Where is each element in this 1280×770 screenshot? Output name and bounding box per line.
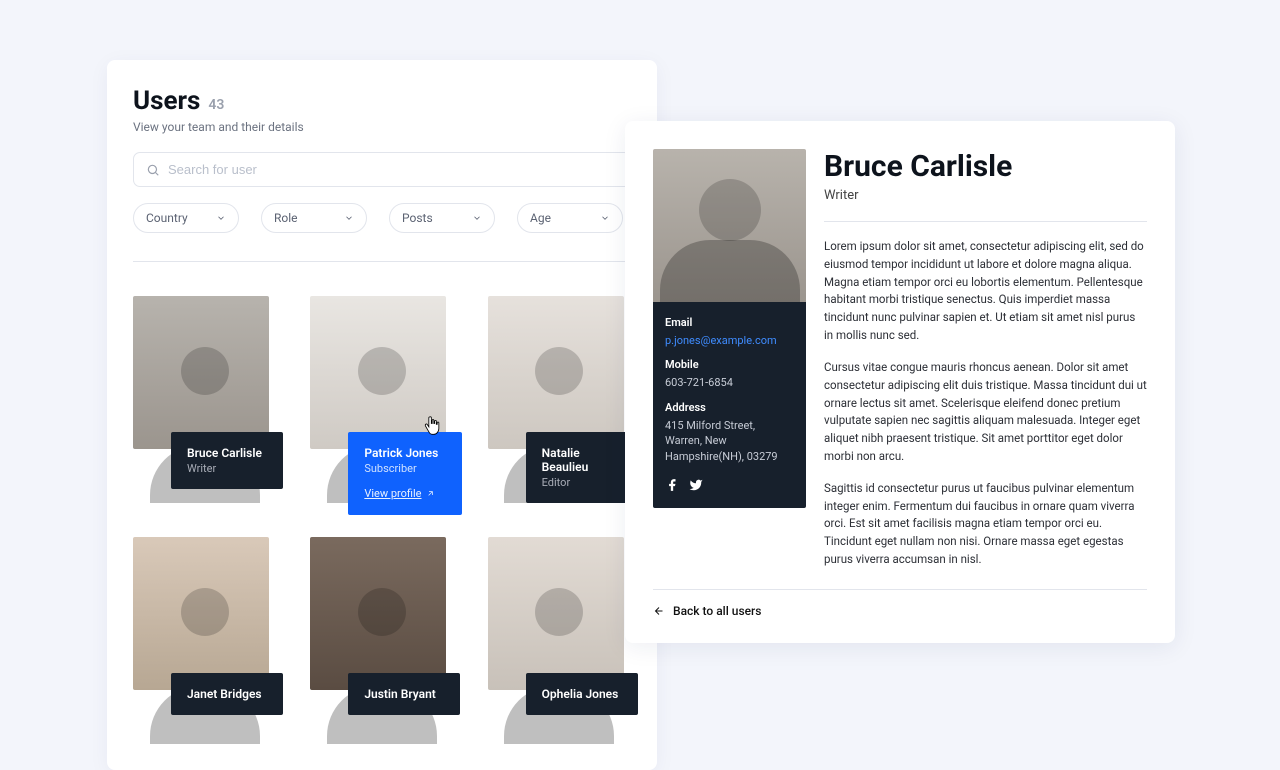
- user-name: Patrick Jones: [364, 446, 446, 460]
- filter-label: Role: [274, 211, 298, 225]
- user-label: Natalie Beaulieu Editor: [526, 432, 638, 503]
- divider: [824, 221, 1147, 222]
- user-photo: [133, 537, 269, 690]
- user-role: Writer: [187, 462, 267, 475]
- page-title: Users: [133, 86, 200, 116]
- detail-name: Bruce Carlisle: [824, 149, 1147, 184]
- detail-photo: [653, 149, 806, 302]
- user-label: Ophelia Jones: [526, 673, 638, 715]
- twitter-icon[interactable]: [689, 478, 703, 492]
- bio-paragraph: Lorem ipsum dolor sit amet, consectetur …: [824, 238, 1147, 345]
- user-photo: [310, 296, 446, 449]
- bio-paragraph: Cursus vitae congue mauris rhoncus aenea…: [824, 359, 1147, 466]
- mobile-label: Mobile: [665, 358, 794, 371]
- detail-right-column: Bruce Carlisle Writer Lorem ipsum dolor …: [824, 149, 1147, 583]
- user-photo: [310, 537, 446, 690]
- view-profile-link[interactable]: View profile: [364, 487, 434, 500]
- bio-paragraph: Sagittis id consectetur purus ut faucibu…: [824, 480, 1147, 569]
- filter-country[interactable]: Country: [133, 203, 239, 233]
- arrow-left-icon: [653, 605, 665, 617]
- user-card[interactable]: Janet Bridges: [133, 537, 276, 744]
- user-name: Janet Bridges: [187, 687, 267, 701]
- detail-contact-card: Email p.jones@example.com Mobile 603-721…: [653, 302, 806, 508]
- user-role: Editor: [542, 476, 622, 489]
- user-card[interactable]: Bruce Carlisle Writer: [133, 296, 276, 503]
- address-value: 415 Milford Street, Warren, New Hampshir…: [665, 418, 794, 464]
- filter-label: Country: [146, 211, 188, 225]
- filter-age[interactable]: Age: [517, 203, 623, 233]
- chevron-down-icon: [344, 213, 354, 223]
- page-subtitle: View your team and their details: [133, 120, 631, 134]
- user-detail-panel: Email p.jones@example.com Mobile 603-721…: [625, 121, 1175, 643]
- email-label: Email: [665, 316, 794, 329]
- search-field[interactable]: [133, 152, 631, 187]
- users-grid: Bruce Carlisle Writer Patrick Jones Subs…: [133, 296, 631, 744]
- user-photo: [488, 296, 624, 449]
- back-to-users-link[interactable]: Back to all users: [653, 604, 761, 618]
- user-photo: [133, 296, 269, 449]
- filters-row: Country Role Posts Age: [133, 203, 631, 233]
- user-card[interactable]: Ophelia Jones: [488, 537, 631, 744]
- search-input[interactable]: [168, 162, 618, 177]
- filter-role[interactable]: Role: [261, 203, 367, 233]
- address-label: Address: [665, 401, 794, 414]
- chevron-down-icon: [600, 213, 610, 223]
- users-count: 43: [208, 97, 224, 113]
- socials-row: [665, 478, 794, 492]
- email-value[interactable]: p.jones@example.com: [665, 333, 794, 348]
- user-name: Ophelia Jones: [542, 687, 622, 701]
- divider: [653, 589, 1147, 590]
- user-label: Janet Bridges: [171, 673, 283, 715]
- user-photo: [488, 537, 624, 690]
- facebook-icon[interactable]: [665, 478, 679, 492]
- user-name: Bruce Carlisle: [187, 446, 267, 460]
- users-list-panel: Users 43 View your team and their detail…: [107, 60, 657, 770]
- search-icon: [146, 163, 160, 177]
- filter-label: Posts: [402, 211, 433, 225]
- filter-posts[interactable]: Posts: [389, 203, 495, 233]
- page-title-row: Users 43: [133, 86, 631, 116]
- detail-role: Writer: [824, 188, 1147, 203]
- user-card[interactable]: Natalie Beaulieu Editor: [488, 296, 631, 503]
- user-name: Natalie Beaulieu: [542, 446, 622, 474]
- arrow-up-right-icon: [426, 489, 435, 498]
- user-label: Bruce Carlisle Writer: [171, 432, 283, 489]
- filter-label: Age: [530, 211, 551, 225]
- user-role: Subscriber: [364, 462, 446, 475]
- user-card[interactable]: Patrick Jones Subscriber View profile: [310, 296, 453, 503]
- chevron-down-icon: [472, 213, 482, 223]
- user-label-hovered: Patrick Jones Subscriber View profile: [348, 432, 462, 515]
- user-name: Justin Bryant: [364, 687, 444, 701]
- user-card[interactable]: Justin Bryant: [310, 537, 453, 744]
- user-label: Justin Bryant: [348, 673, 460, 715]
- mobile-value: 603-721-6854: [665, 375, 794, 390]
- divider: [133, 261, 631, 262]
- chevron-down-icon: [216, 213, 226, 223]
- detail-left-column: Email p.jones@example.com Mobile 603-721…: [653, 149, 806, 583]
